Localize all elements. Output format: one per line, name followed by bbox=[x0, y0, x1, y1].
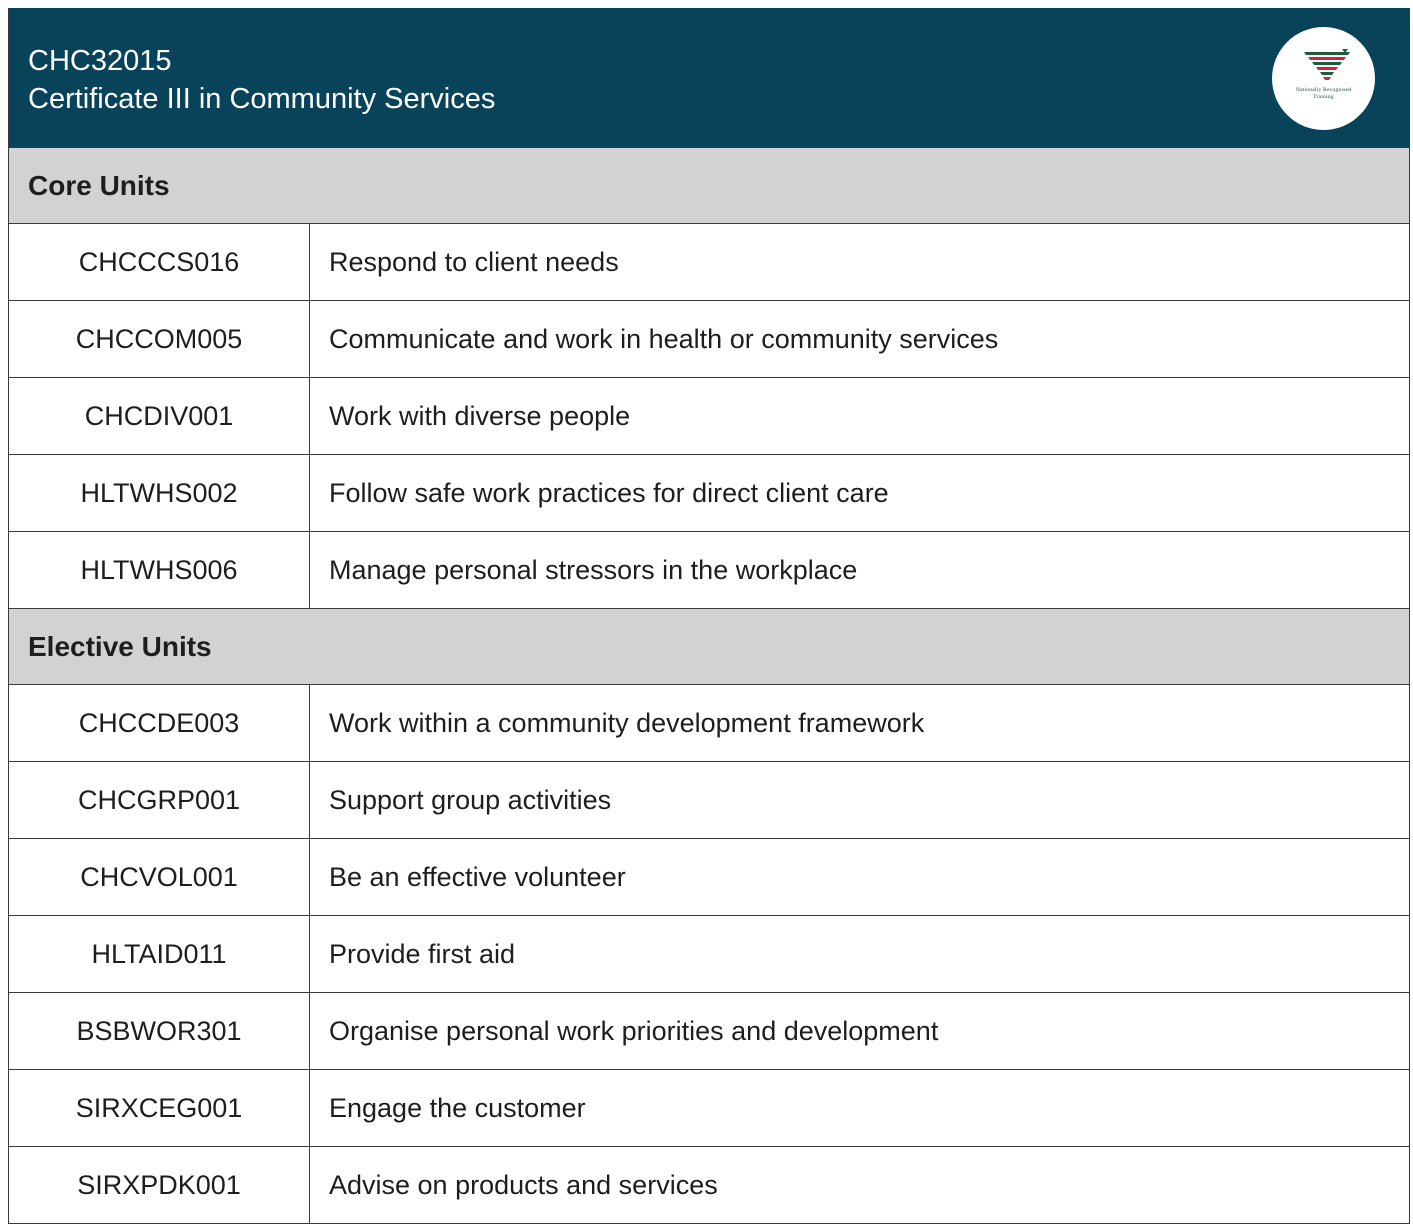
qualification-header: CHC32015 Certificate III in Community Se… bbox=[9, 8, 1409, 148]
unit-title: Follow safe work practices for direct cl… bbox=[329, 477, 889, 508]
table-row: CHCCCS016 Respond to client needs bbox=[9, 224, 1409, 301]
table-row: HLTWHS002 Follow safe work practices for… bbox=[9, 455, 1409, 532]
table-row: CHCCOM005 Communicate and work in health… bbox=[9, 301, 1409, 378]
unit-code: SIRXCEG001 bbox=[9, 1070, 310, 1146]
unit-title: Organise personal work priorities and de… bbox=[329, 1015, 939, 1046]
unit-title: Advise on products and services bbox=[329, 1169, 718, 1200]
elective-units-heading: Elective Units bbox=[9, 609, 1409, 685]
nrt-logo-icon: Nationally Recognised Training bbox=[1272, 27, 1375, 130]
table-row: SIRXCEG001 Engage the customer bbox=[9, 1070, 1409, 1147]
unit-code: CHCDIV001 bbox=[9, 378, 310, 454]
unit-title: Manage personal stressors in the workpla… bbox=[329, 554, 858, 585]
table-row: CHCVOL001 Be an effective volunteer bbox=[9, 839, 1409, 916]
qualification-code: CHC32015 bbox=[28, 45, 172, 77]
unit-code: CHCGRP001 bbox=[9, 762, 310, 838]
unit-code: CHCCOM005 bbox=[9, 301, 310, 377]
unit-title: Engage the customer bbox=[329, 1092, 586, 1123]
table-row: CHCCDE003 Work within a community develo… bbox=[9, 685, 1409, 762]
unit-title: Respond to client needs bbox=[329, 246, 619, 277]
table-row: CHCDIV001 Work with diverse people bbox=[9, 378, 1409, 455]
unit-title: Support group activities bbox=[329, 784, 612, 815]
table-row: HLTAID011 Provide first aid bbox=[9, 916, 1409, 993]
qualification-name: Certificate III in Community Services bbox=[28, 83, 496, 115]
core-units-heading: Core Units bbox=[9, 148, 1409, 224]
unit-title: Provide first aid bbox=[329, 938, 516, 969]
unit-code: CHCCDE003 bbox=[9, 685, 310, 761]
unit-code: BSBWOR301 bbox=[9, 993, 310, 1069]
unit-code: CHCCCS016 bbox=[9, 224, 310, 300]
unit-title: Communicate and work in health or commun… bbox=[329, 323, 999, 354]
unit-code: HLTWHS006 bbox=[9, 532, 310, 608]
logo-caption-line1: Nationally Recognised bbox=[1295, 87, 1352, 93]
table-row: BSBWOR301 Organise personal work priorit… bbox=[9, 993, 1409, 1070]
unit-title: Work with diverse people bbox=[329, 400, 631, 431]
qualification-title: CHC32015 Certificate III in Community Se… bbox=[28, 42, 495, 118]
units-table: CHC32015 Certificate III in Community Se… bbox=[8, 8, 1410, 1224]
unit-code: HLTAID011 bbox=[9, 916, 310, 992]
table-row: HLTWHS006 Manage personal stressors in t… bbox=[9, 532, 1409, 609]
unit-code: CHCVOL001 bbox=[9, 839, 310, 915]
unit-code: SIRXPDK001 bbox=[9, 1147, 310, 1223]
table-row: CHCGRP001 Support group activities bbox=[9, 762, 1409, 839]
table-row: SIRXPDK001 Advise on products and servic… bbox=[9, 1147, 1409, 1224]
unit-title: Be an effective volunteer bbox=[329, 861, 626, 892]
unit-title: Work within a community development fram… bbox=[329, 707, 925, 738]
logo-caption-line2: Training bbox=[1313, 94, 1334, 100]
unit-code: HLTWHS002 bbox=[9, 455, 310, 531]
